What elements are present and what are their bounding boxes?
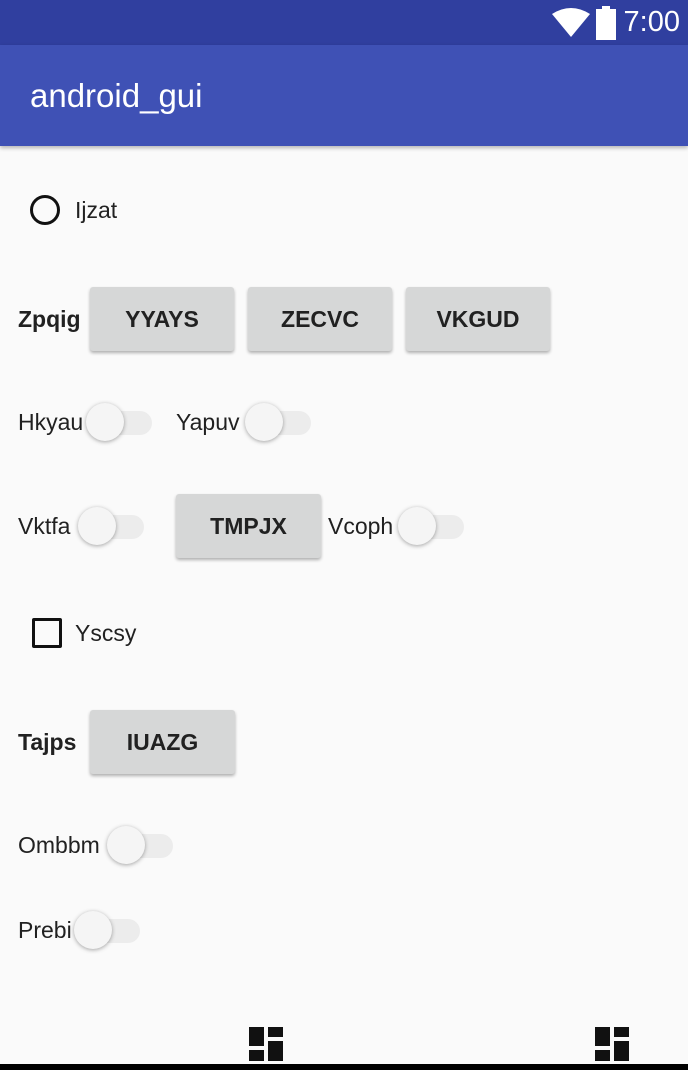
ombbm-label: Ombbm xyxy=(18,832,100,858)
switch-thumb xyxy=(78,507,116,545)
prebi-label: Prebi xyxy=(18,917,72,943)
radio-ijzat[interactable] xyxy=(30,195,60,225)
hkyau-switch[interactable] xyxy=(86,402,152,442)
yapuv-label: Yapuv xyxy=(176,409,240,435)
switch-thumb xyxy=(74,911,112,949)
radio-ijzat-label[interactable]: Ijzat xyxy=(75,196,117,224)
status-icons: 7:00 xyxy=(551,0,680,45)
prebi-switch[interactable] xyxy=(74,910,140,950)
app-title: android_gui xyxy=(30,77,203,114)
vcoph-label: Vcoph xyxy=(328,513,394,539)
switch-thumb xyxy=(86,403,124,441)
hkyau-label: Hkyau xyxy=(18,409,84,435)
switch-thumb xyxy=(398,507,436,545)
tmpjx-button[interactable]: TMPJX xyxy=(176,494,321,558)
battery-icon xyxy=(595,5,616,40)
status-bar: 7:00 xyxy=(0,0,688,45)
wifi-icon xyxy=(551,7,590,38)
vcoph-switch[interactable] xyxy=(398,506,464,546)
zpqig-label: Zpqig xyxy=(18,306,81,332)
vktfa-label: Vktfa xyxy=(18,513,71,539)
yapuv-switch[interactable] xyxy=(245,402,311,442)
tajps-label: Tajps xyxy=(18,729,77,755)
ombbm-switch[interactable] xyxy=(107,825,173,865)
yscsy-label[interactable]: Yscsy xyxy=(75,619,136,647)
app-bar: android_gui xyxy=(0,45,688,146)
yyays-button[interactable]: YYAYS xyxy=(90,287,234,351)
switch-thumb xyxy=(245,403,283,441)
dashboard-icon[interactable] xyxy=(595,1027,629,1061)
dashboard-icon[interactable] xyxy=(249,1027,283,1061)
vkgud-button[interactable]: VKGUD xyxy=(406,287,550,351)
vktfa-switch[interactable] xyxy=(78,506,144,546)
iuazg-button[interactable]: IUAZG xyxy=(90,710,235,774)
yscsy-checkbox[interactable] xyxy=(32,618,62,648)
status-time: 7:00 xyxy=(623,6,680,38)
switch-thumb xyxy=(107,826,145,864)
zecvc-button[interactable]: ZECVC xyxy=(248,287,392,351)
bottom-edge xyxy=(0,1064,688,1070)
